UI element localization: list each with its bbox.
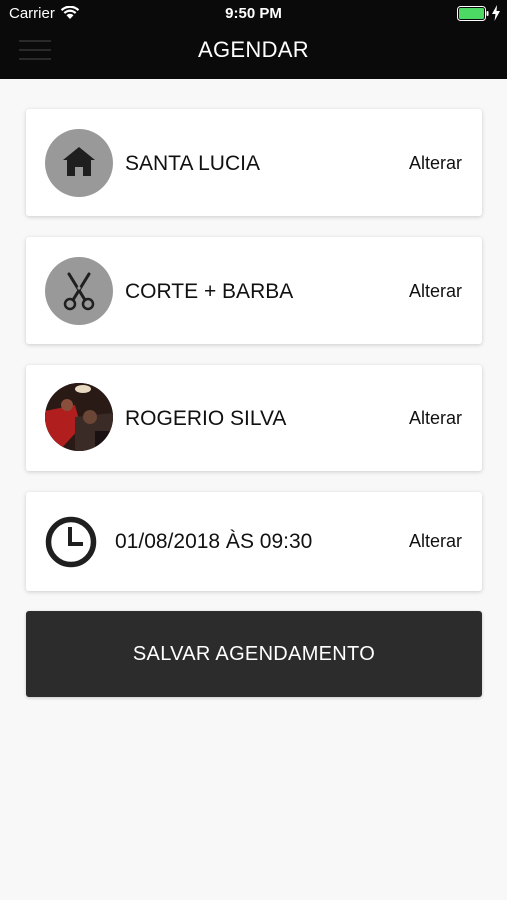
service-label: CORTE + BARBA (125, 280, 294, 303)
location-label: SANTA LUCIA (125, 152, 260, 175)
change-professional-button[interactable]: Alterar (409, 408, 462, 429)
page-title: AGENDAR (198, 37, 309, 62)
datetime-card[interactable]: 01/08/2018 ÀS 09:30 Alterar (26, 492, 482, 591)
battery-icon (457, 6, 489, 21)
change-location-button[interactable]: Alterar (409, 153, 462, 174)
charging-bolt-icon (492, 5, 500, 21)
change-datetime-button[interactable]: Alterar (409, 531, 462, 552)
scissors-icon (45, 257, 113, 325)
save-appointment-button[interactable]: SALVAR AGENDAMENTO (26, 611, 482, 697)
home-icon (45, 129, 113, 197)
professional-card[interactable]: ROGERIO SILVA Alterar (26, 365, 482, 471)
status-bar: Carrier 9:50 PM (0, 0, 507, 28)
barber-avatar (45, 383, 113, 451)
location-card[interactable]: SANTA LUCIA Alterar (26, 109, 482, 216)
clock-icon (45, 516, 97, 568)
status-time: 9:50 PM (225, 5, 282, 22)
datetime-label: 01/08/2018 ÀS 09:30 (115, 530, 313, 553)
service-card[interactable]: CORTE + BARBA Alterar (26, 237, 482, 344)
change-service-button[interactable]: Alterar (409, 281, 462, 302)
top-bar: Carrier 9:50 PM AGENDAR (0, 0, 507, 79)
professional-label: ROGERIO SILVA (125, 407, 287, 430)
